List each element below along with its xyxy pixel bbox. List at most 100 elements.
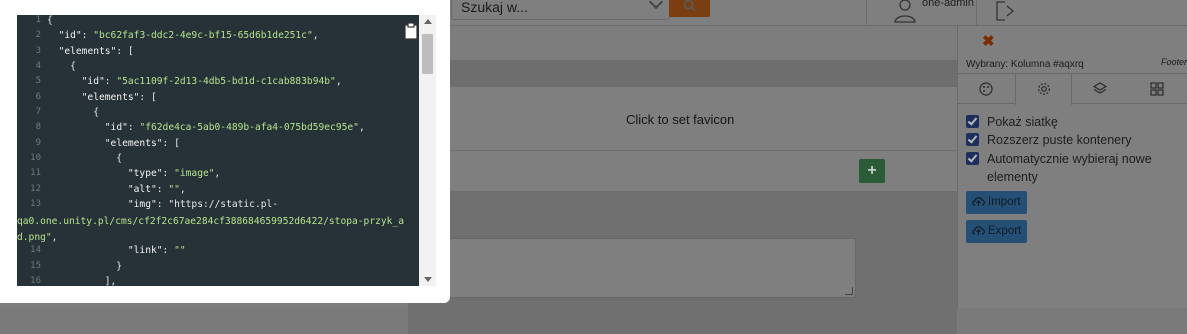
code-line: 12 "alt": "", bbox=[17, 184, 419, 199]
logout-button[interactable] bbox=[976, 0, 1036, 26]
line-number: 8 bbox=[35, 122, 41, 133]
code-scrollbar[interactable] bbox=[419, 15, 436, 286]
line-number: 5 bbox=[35, 76, 41, 87]
search-select-text: Szukaj w... bbox=[461, 0, 528, 15]
favicon-placeholder[interactable]: Click to set favicon bbox=[408, 87, 957, 151]
line-number: 3 bbox=[35, 45, 41, 56]
code-text: { bbox=[47, 61, 76, 73]
cloud-upload-icon bbox=[972, 197, 985, 206]
user-menu[interactable]: one-admin bbox=[866, 0, 976, 26]
line-number: 9 bbox=[35, 137, 41, 148]
code-text: "img": "https://static.pl- bbox=[127, 199, 279, 211]
selected-element-label: Wybrany: Kolumna #aqxrq bbox=[966, 59, 1084, 70]
code-line: 1{ bbox=[17, 15, 419, 30]
search-icon bbox=[683, 0, 696, 12]
code-text: qa0.one.unity.pl/cms/cf2f2c67ae284cf3886… bbox=[17, 216, 404, 243]
tab-blocks[interactable] bbox=[1129, 74, 1186, 104]
json-code-view[interactable]: 1{2 "id": "bc62faf3-ddc2-4e9c-bf15-65d6b… bbox=[17, 15, 419, 286]
checkbox-checked-icon[interactable] bbox=[966, 133, 979, 146]
line-number: 16 bbox=[30, 275, 41, 286]
line-number: 2 bbox=[35, 30, 41, 41]
search-select[interactable]: Szukaj w... bbox=[451, 0, 670, 20]
user-name: one-admin bbox=[922, 0, 974, 9]
tab-settings[interactable] bbox=[1015, 74, 1072, 105]
code-text: "elements": [ bbox=[81, 91, 157, 103]
chevron-down-icon bbox=[648, 0, 664, 10]
import-label: Import bbox=[988, 196, 1021, 208]
code-text: "elements": [ bbox=[104, 137, 180, 149]
clipboard-icon[interactable] bbox=[404, 22, 418, 40]
gear-icon bbox=[1038, 83, 1050, 95]
code-line: 3 "elements": [ bbox=[17, 46, 419, 61]
checkbox-label: Automatycznie wybieraj nowe elementy bbox=[987, 152, 1152, 184]
tab-style[interactable] bbox=[958, 74, 1015, 104]
code-text: ], bbox=[47, 275, 117, 286]
code-line-wrap: qa0.one.unity.pl/cms/cf2f2c67ae284cf3886… bbox=[17, 214, 419, 245]
line-number: 11 bbox=[30, 168, 41, 179]
checkbox-label: Rozszerz puste kontenery bbox=[987, 133, 1132, 147]
line-number: 10 bbox=[30, 153, 41, 164]
close-icon[interactable]: ✖ bbox=[982, 32, 995, 50]
code-text: "id": "f62de4ca-5ab0-489b-afa4-075bd59ec… bbox=[104, 122, 365, 134]
properties-panel: ✖ Wybrany: Kolumna #aqxrq Footer Pokaż s… bbox=[957, 26, 1187, 308]
line-number: 7 bbox=[35, 107, 41, 118]
canvas-textarea[interactable] bbox=[443, 238, 856, 298]
line-number: 13 bbox=[30, 199, 41, 210]
code-text: } bbox=[47, 260, 123, 272]
favicon-text: Click to set favicon bbox=[626, 112, 735, 127]
resize-handle-icon[interactable] bbox=[845, 287, 853, 295]
code-line: 4 { bbox=[17, 61, 419, 76]
scrollbar-thumb[interactable] bbox=[422, 34, 433, 74]
search-button[interactable] bbox=[669, 0, 710, 17]
export-label: Export bbox=[988, 225, 1022, 237]
code-line: 8 "id": "f62de4ca-5ab0-489b-afa4-075bd59… bbox=[17, 122, 419, 137]
code-text: "id": "5ac1109f-2d13-4db5-bd1d-c1cab883b… bbox=[81, 76, 342, 88]
code-text: { bbox=[47, 15, 53, 26]
page-builder-app: Szukaj w... one-admin Click to set favic… bbox=[0, 0, 1187, 334]
code-line: 11 "type": "image", bbox=[17, 168, 419, 183]
checkbox-checked-icon[interactable] bbox=[966, 115, 979, 128]
cloud-upload-icon bbox=[972, 226, 985, 235]
code-line: 9 "elements": [ bbox=[17, 138, 419, 153]
code-text: "id": "bc62faf3-ddc2-4e9c-bf15-65d6b1de2… bbox=[58, 30, 319, 42]
add-element-button[interactable]: + bbox=[859, 159, 885, 183]
code-line: 7 { bbox=[17, 107, 419, 122]
code-text: "elements": [ bbox=[58, 45, 134, 57]
json-export-modal: 1{2 "id": "bc62faf3-ddc2-4e9c-bf15-65d6b… bbox=[0, 0, 450, 303]
auto-select-new-checkbox[interactable]: Automatycznie wybieraj nowe elementy bbox=[966, 150, 1176, 186]
line-number: 4 bbox=[35, 61, 41, 72]
checkbox-label: Pokaż siatkę bbox=[987, 115, 1058, 129]
line-number: 1 bbox=[35, 15, 41, 25]
code-line: 13 "img": "https://static.pl- bbox=[17, 199, 419, 214]
code-line: 15 } bbox=[17, 261, 419, 276]
code-text: "link": "" bbox=[127, 245, 186, 257]
code-text: "alt": "", bbox=[127, 183, 186, 195]
line-number: 12 bbox=[30, 183, 41, 194]
code-text: { bbox=[47, 153, 123, 165]
line-number: 6 bbox=[35, 91, 41, 102]
import-button[interactable]: Import bbox=[966, 191, 1027, 214]
code-text: "type": "image", bbox=[127, 168, 221, 180]
expand-empty-containers-checkbox[interactable]: Rozszerz puste kontenery bbox=[966, 131, 1176, 149]
logout-icon bbox=[996, 1, 1015, 21]
checkbox-checked-icon[interactable] bbox=[966, 152, 979, 165]
code-line: 10 { bbox=[17, 153, 419, 168]
footer-tag: Footer bbox=[1161, 57, 1187, 67]
code-line: 5 "id": "5ac1109f-2d13-4db5-bd1d-c1cab88… bbox=[17, 76, 419, 91]
grid-icon bbox=[1150, 82, 1164, 96]
scroll-up-icon[interactable] bbox=[424, 19, 432, 24]
show-grid-checkbox[interactable]: Pokaż siatkę bbox=[966, 113, 1176, 131]
palette-icon bbox=[979, 82, 993, 96]
code-line: 14 "link": "" bbox=[17, 245, 419, 260]
line-number: 14 bbox=[30, 245, 41, 256]
code-line: 2 "id": "bc62faf3-ddc2-4e9c-bf15-65d6b1d… bbox=[17, 30, 419, 45]
line-number: 15 bbox=[30, 260, 41, 271]
code-text: { bbox=[47, 107, 99, 119]
code-line: 16 ], bbox=[17, 276, 419, 286]
scroll-down-icon[interactable] bbox=[424, 277, 432, 282]
layers-icon bbox=[1093, 82, 1107, 94]
tab-layers[interactable] bbox=[1072, 74, 1129, 104]
export-button[interactable]: Export bbox=[966, 220, 1028, 243]
user-icon bbox=[894, 0, 916, 23]
panel-tabs bbox=[958, 73, 1187, 105]
